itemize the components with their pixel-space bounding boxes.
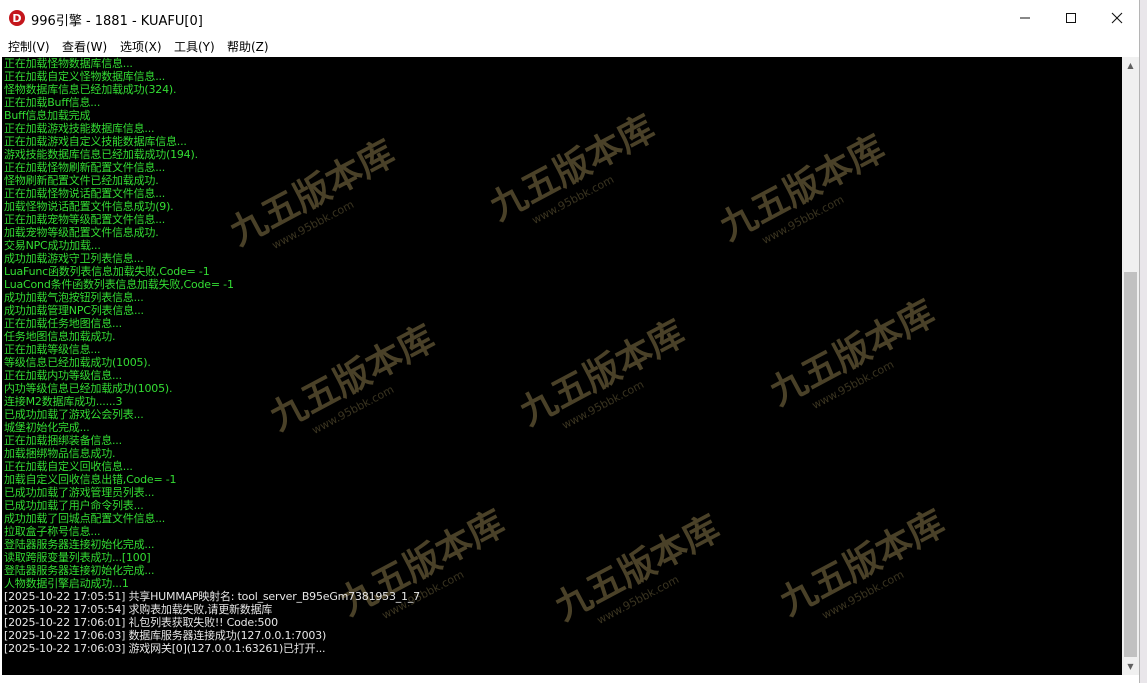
watermark-logo: 九五版本库 www.95bbk.com <box>484 108 662 229</box>
minimize-icon <box>1020 17 1030 19</box>
svg-text:九五版本库: 九五版本库 <box>484 108 662 229</box>
menu-options[interactable]: 选项(X) <box>120 37 162 56</box>
log-line: 加载宠物等级配置文件信息成功. <box>4 226 159 239</box>
log-line: 加载捆绑物品信息成功. <box>4 447 116 460</box>
svg-text:www.95bbk.com: www.95bbk.com <box>270 198 356 252</box>
log-line: 登陆器服务器连接初始化完成... <box>4 564 155 577</box>
watermark-logo: 九五版本库 www.95bbk.com <box>224 133 402 254</box>
maximize-icon <box>1066 13 1076 23</box>
close-button[interactable] <box>1094 0 1140 36</box>
log-line: 正在加载宠物等级配置文件信息... <box>4 213 166 226</box>
title-bar[interactable]: D 996引擎 - 1881 - KUAFU[0] <box>0 0 1139 36</box>
window-title: 996引擎 - 1881 - KUAFU[0] <box>31 14 203 29</box>
log-line: 成功加载游戏守卫列表信息... <box>4 252 144 265</box>
watermark-logo: 九五版本库 www.95bbk.com <box>264 318 442 439</box>
menu-control[interactable]: 控制(V) <box>8 37 50 56</box>
watermark-logo: 九五版本库 www.95bbk.com <box>514 313 692 434</box>
svg-text:九五版本库: 九五版本库 <box>764 293 942 414</box>
scroll-down-arrow-icon[interactable]: ▼ <box>1122 658 1139 675</box>
log-line: 正在加载内功等级信息... <box>4 369 122 382</box>
log-line: 怪物数据库信息已经加载成功(324). <box>4 83 177 96</box>
watermark-logo: 九五版本库 www.95bbk.com <box>774 503 952 624</box>
log-line: 已成功加载了用户命令列表... <box>4 499 144 512</box>
svg-text:www.95bbk.com: www.95bbk.com <box>810 358 896 412</box>
svg-text:www.95bbk.com: www.95bbk.com <box>820 568 906 622</box>
svg-text:www.95bbk.com: www.95bbk.com <box>560 378 646 432</box>
log-line: [2025-10-22 17:06:01] 礼包列表获取失败!! Code:50… <box>4 616 278 629</box>
log-line: 正在加载Buff信息... <box>4 96 101 109</box>
menu-bar: 控制(V) 查看(W) 选项(X) 工具(Y) 帮助(Z) <box>0 36 1139 56</box>
log-line: 内功等级信息已经加载成功(1005). <box>4 382 173 395</box>
app-window: D 996引擎 - 1881 - KUAFU[0] 控制(V) 查看(W) 选项… <box>0 0 1140 683</box>
log-line: 任务地图信息加载成功. <box>4 330 116 343</box>
log-line: 已成功加载了游戏管理员列表... <box>4 486 155 499</box>
watermark-logo: 九五版本库 www.95bbk.com <box>714 128 892 249</box>
log-line: 登陆器服务器连接初始化完成... <box>4 538 155 551</box>
svg-text:www.95bbk.com: www.95bbk.com <box>760 193 846 247</box>
log-line: 游戏技能数据库信息已经加载成功(194). <box>4 148 198 161</box>
svg-text:九五版本库: 九五版本库 <box>264 318 442 439</box>
log-line: 正在加载怪物刷新配置文件信息... <box>4 161 166 174</box>
svg-text:九五版本库: 九五版本库 <box>714 128 892 249</box>
log-line: 成功加载气泡按钮列表信息... <box>4 291 144 304</box>
scroll-up-arrow-icon[interactable]: ▲ <box>1122 57 1139 74</box>
log-line: 正在加载怪物说话配置文件信息... <box>4 187 166 200</box>
watermark-logo: 九五版本库 www.95bbk.com <box>334 503 512 624</box>
log-line: 已成功加载了游戏公会列表... <box>4 408 144 421</box>
log-line: [2025-10-22 17:05:54] 求购表加载失败,请更新数据库 <box>4 603 273 616</box>
app-icon[interactable]: D <box>9 10 25 26</box>
watermark-logo: 九五版本库 www.95bbk.com <box>764 293 942 414</box>
svg-text:九五版本库: 九五版本库 <box>334 503 512 624</box>
maximize-button[interactable] <box>1048 0 1094 36</box>
svg-text:九五版本库: 九五版本库 <box>514 313 692 434</box>
vertical-scrollbar[interactable]: ▲ ▼ <box>1122 57 1139 675</box>
log-line: 连接M2数据库成功......3 <box>4 395 123 408</box>
log-line: 正在加载任务地图信息... <box>4 317 122 330</box>
log-line: Buff信息加载完成 <box>4 109 91 122</box>
scroll-thumb[interactable] <box>1124 272 1137 657</box>
log-line: 成功加载管理NPC列表信息... <box>4 304 144 317</box>
log-console[interactable]: 九五版本库 www.95bbk.com 九五版本库 www.95bbk.com … <box>2 57 1122 675</box>
close-icon <box>1111 12 1123 24</box>
menu-tools[interactable]: 工具(Y) <box>174 37 215 56</box>
log-line: 人物数据引擎启动成功...1 <box>4 577 129 590</box>
minimize-button[interactable] <box>1002 0 1048 36</box>
svg-text:www.95bbk.com: www.95bbk.com <box>595 573 681 627</box>
log-line: 读取跨服变量列表成功...[100] <box>4 551 151 564</box>
log-line: [2025-10-22 17:06:03] 数据库服务器连接成功(127.0.0… <box>4 629 327 642</box>
log-line: 城堡初始化完成... <box>4 421 90 434</box>
svg-text:www.95bbk.com: www.95bbk.com <box>530 173 616 227</box>
svg-text:九五版本库: 九五版本库 <box>224 133 402 254</box>
log-line: 拉取盒子称号信息... <box>4 525 101 538</box>
svg-text:九五版本库: 九五版本库 <box>774 503 952 624</box>
log-line: 正在加载游戏技能数据库信息... <box>4 122 155 135</box>
window-bottom-border <box>0 675 1139 683</box>
log-line: 成功加载了回城点配置文件信息... <box>4 512 166 525</box>
log-line: 正在加载自定义回收信息... <box>4 460 133 473</box>
log-line: 正在加载自定义怪物数据库信息... <box>4 70 166 83</box>
watermark-logo: 九五版本库 www.95bbk.com <box>549 508 727 629</box>
menu-view[interactable]: 查看(W) <box>62 37 107 56</box>
log-line: 等级信息已经加载成功(1005). <box>4 356 151 369</box>
log-line: 正在加载游戏自定义技能数据库信息... <box>4 135 187 148</box>
log-line: LuaCond条件函数列表信息加载失败,Code= -1 <box>4 278 234 291</box>
log-line: [2025-10-22 17:06:03] 游戏网关[0](127.0.0.1:… <box>4 642 326 655</box>
log-line: 正在加载捆绑装备信息... <box>4 434 122 447</box>
log-line: 加载自定义回收信息出错,Code= -1 <box>4 473 177 486</box>
svg-text:九五版本库: 九五版本库 <box>549 508 727 629</box>
log-line: [2025-10-22 17:05:51] 共享HUMMAP映射名: tool_… <box>4 590 420 603</box>
svg-text:www.95bbk.com: www.95bbk.com <box>310 383 396 437</box>
log-line: 加载怪物说话配置文件信息成功(9). <box>4 200 174 213</box>
log-line: 正在加载怪物数据库信息... <box>4 57 133 70</box>
log-line: 怪物刷新配置文件已经加载成功. <box>4 174 159 187</box>
log-line: 正在加载等级信息... <box>4 343 101 356</box>
menu-help[interactable]: 帮助(Z) <box>227 37 269 56</box>
log-line: 交易NPC成功加载... <box>4 239 101 252</box>
log-line: LuaFunc函数列表信息加载失败,Code= -1 <box>4 265 210 278</box>
